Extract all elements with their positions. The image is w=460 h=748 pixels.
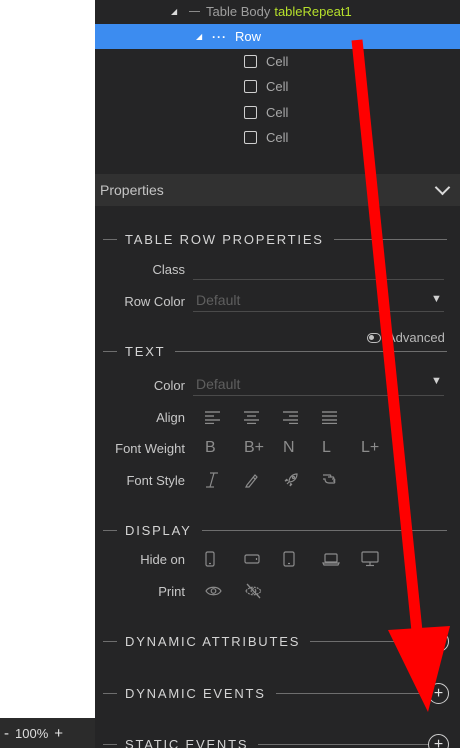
- zoom-out-button[interactable]: -: [4, 726, 9, 741]
- zoom-level[interactable]: 100%: [15, 726, 48, 741]
- add-dynamic-attribute-button[interactable]: +: [428, 631, 449, 652]
- font-style-options: [205, 470, 361, 490]
- tree-item-cell[interactable]: Cell: [95, 100, 460, 125]
- font-weight-option[interactable]: L+: [361, 438, 400, 458]
- phone-icon[interactable]: [205, 549, 244, 569]
- expand-triangle-icon[interactable]: ◢: [171, 7, 183, 16]
- row-color-label: Row Color: [124, 294, 185, 309]
- cell-icon: [244, 131, 257, 144]
- table-body-icon: [189, 11, 200, 12]
- zoom-bar: - 100% +: [0, 718, 95, 748]
- eye-slash-icon[interactable]: [244, 581, 283, 601]
- font-weight-option[interactable]: B+: [244, 438, 283, 458]
- cell-icon: [244, 80, 257, 93]
- desktop-icon[interactable]: [361, 549, 400, 569]
- pen-icon[interactable]: [244, 470, 283, 490]
- print-options: [205, 581, 283, 601]
- properties-panel: ◢ Table Body tableRepeat1 ◢ ··· Row Cell…: [95, 0, 460, 748]
- tree-item-label: Row: [235, 29, 262, 44]
- print-label: Print: [158, 584, 185, 599]
- tree-item-label: Cell: [266, 130, 289, 145]
- tree-item-label: Cell: [266, 105, 289, 120]
- tree-item-id: tableRepeat1: [274, 4, 352, 19]
- tree-item-cell[interactable]: Cell: [95, 74, 460, 99]
- eye-icon[interactable]: [205, 581, 244, 601]
- section-table-row-properties: TABLE ROW PROPERTIES: [103, 230, 447, 248]
- expand-triangle-icon[interactable]: ◢: [196, 32, 208, 41]
- hide-on-devices: [205, 549, 400, 569]
- tree-item-row[interactable]: ◢ ··· Row: [95, 24, 460, 49]
- class-label: Class: [152, 262, 185, 277]
- tree-item-label: Table Body: [206, 4, 271, 19]
- italic-icon[interactable]: [205, 470, 244, 490]
- align-left-icon[interactable]: [205, 407, 244, 427]
- tablet-icon[interactable]: [283, 549, 322, 569]
- tree-item-cell[interactable]: Cell: [95, 49, 460, 74]
- section-heading: DYNAMIC ATTRIBUTES: [125, 633, 301, 649]
- align-options: [205, 407, 361, 427]
- row-color-select[interactable]: Default: [196, 292, 240, 308]
- section-static-events[interactable]: STATIC EVENTS: [103, 735, 447, 748]
- text-color-underline: [193, 395, 444, 396]
- align-center-icon[interactable]: [244, 407, 283, 427]
- section-display: DISPLAY: [103, 521, 447, 539]
- cell-icon: [244, 55, 257, 68]
- chevron-down-icon[interactable]: [434, 179, 451, 196]
- zoom-in-button[interactable]: +: [54, 726, 63, 741]
- font-weight-option[interactable]: N: [283, 438, 322, 458]
- rocket-icon[interactable]: [283, 470, 322, 490]
- section-heading: DISPLAY: [125, 522, 192, 538]
- color-label: Color: [153, 378, 185, 393]
- add-dynamic-event-button[interactable]: +: [428, 683, 449, 704]
- row-color-underline: [193, 311, 444, 312]
- dropdown-arrow-icon[interactable]: ▼: [431, 375, 442, 387]
- section-heading: DYNAMIC EVENTS: [125, 685, 266, 701]
- properties-header[interactable]: Properties: [95, 174, 460, 206]
- class-input-underline[interactable]: [193, 279, 444, 280]
- font-weight-option[interactable]: B: [205, 438, 244, 458]
- dropdown-arrow-icon[interactable]: ▼: [431, 293, 442, 305]
- font-weight-option[interactable]: L: [322, 438, 361, 458]
- toggle-icon[interactable]: [367, 332, 381, 343]
- tree-item-label: Cell: [266, 79, 289, 94]
- tree-item-table-body[interactable]: ◢ Table Body tableRepeat1: [95, 0, 460, 24]
- add-static-event-button[interactable]: +: [428, 734, 449, 748]
- align-justify-icon[interactable]: [322, 407, 361, 427]
- design-canvas[interactable]: [0, 0, 95, 748]
- hand-icon[interactable]: [322, 470, 361, 490]
- cell-icon: [244, 106, 257, 119]
- laptop-icon[interactable]: [322, 549, 361, 569]
- section-heading: STATIC EVENTS: [125, 736, 249, 748]
- section-text: TEXT: [103, 342, 447, 360]
- align-right-icon[interactable]: [283, 407, 322, 427]
- align-label: Align: [156, 410, 185, 425]
- tree-item-cell[interactable]: Cell: [95, 125, 460, 150]
- section-dynamic-events[interactable]: DYNAMIC EVENTS: [103, 684, 447, 702]
- hide-on-label: Hide on: [140, 552, 185, 567]
- font-weight-options: B B+ N L L+: [205, 438, 400, 458]
- row-icon: ···: [212, 29, 227, 44]
- section-heading: TABLE ROW PROPERTIES: [125, 231, 324, 247]
- font-style-label: Font Style: [126, 473, 185, 488]
- section-dynamic-attributes[interactable]: DYNAMIC ATTRIBUTES: [103, 632, 447, 650]
- properties-title: Properties: [100, 182, 164, 198]
- section-heading: TEXT: [125, 343, 166, 359]
- phone-landscape-icon[interactable]: [244, 549, 283, 569]
- font-weight-label: Font Weight: [115, 441, 185, 456]
- tree-item-label: Cell: [266, 54, 289, 69]
- text-color-select[interactable]: Default: [196, 376, 240, 392]
